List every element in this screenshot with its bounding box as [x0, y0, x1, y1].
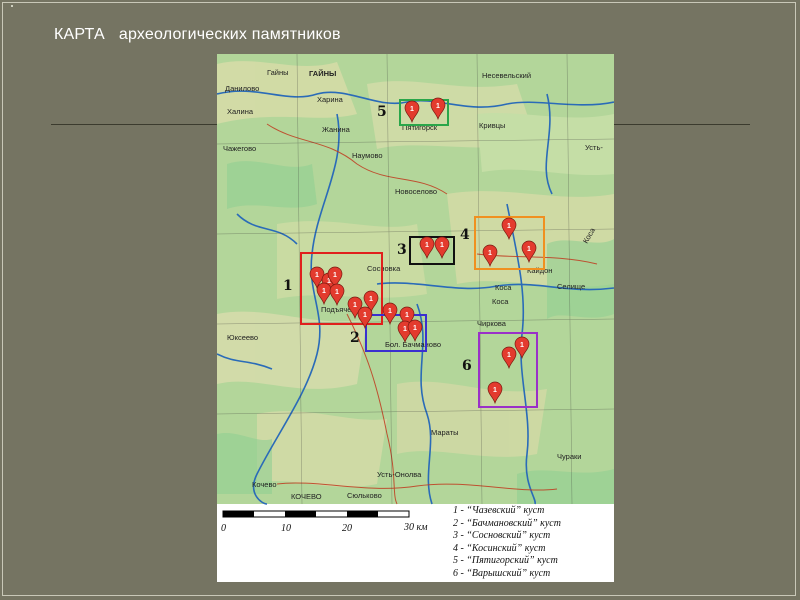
place-selishche: Селище [557, 282, 585, 291]
site-marker-number: 1 [315, 272, 319, 279]
place-chirkova: Чиркова [477, 319, 507, 328]
legend-item-5: 5 - “Пятигорский” куст [453, 555, 558, 567]
corner-dot [11, 5, 13, 7]
place-kosa2: Коса [492, 297, 509, 306]
scale-tick-10: 10 [281, 523, 291, 534]
legend-item-3: 3 - “Сосновский” куст [453, 530, 551, 542]
site-marker-number: 1 [488, 250, 492, 257]
site-marker-number: 1 [436, 103, 440, 110]
place-ust: Усть- [585, 143, 603, 152]
place-kaydon: Кайдон [527, 266, 552, 275]
legend-item-2: 2 - “Бачмановский” куст [453, 517, 561, 529]
site-marker-number: 1 [363, 312, 367, 319]
site-marker-number: 1 [388, 308, 392, 315]
scale-tick-0: 0 [221, 523, 226, 534]
place-kochevo-caps: КОЧЕВО [291, 492, 322, 501]
cluster-label-5: 5 [377, 104, 387, 120]
site-marker-number: 1 [527, 246, 531, 253]
legend-item-6: 6 - “Варышский” куст [453, 567, 551, 579]
archaeological-map: Гайны ГАЙНЫ Данилово Несевельский Харина… [217, 54, 614, 582]
site-marker-number: 1 [425, 242, 429, 249]
cluster-label-3: 3 [397, 242, 407, 258]
map-legend: 1 - “Чазевский” куст 2 - “Бачмановский” … [453, 505, 603, 581]
place-danilovo: Данилово [225, 84, 259, 93]
cluster-label-4: 4 [460, 227, 470, 243]
slide-title: КАРТА археологических памятников [54, 26, 341, 44]
cluster-label-6: 6 [462, 358, 472, 374]
title-word-map: КАРТА [54, 26, 105, 43]
place-gayny: Гайны [267, 68, 289, 77]
place-churaki: Чураки [557, 452, 581, 461]
site-marker-number: 1 [507, 352, 511, 359]
site-marker-number: 1 [440, 242, 444, 249]
place-kharina: Харина [317, 95, 344, 104]
legend-item-1: 1 - “Чазевский” куст [453, 505, 545, 516]
cluster-label-1: 1 [283, 278, 293, 294]
site-marker-number: 1 [335, 289, 339, 296]
divider-left [51, 124, 217, 125]
place-kochevo: Кочево [252, 480, 277, 489]
site-marker-number: 1 [369, 296, 373, 303]
place-yukseevo: Юксеево [227, 333, 258, 342]
site-marker-number: 1 [322, 288, 326, 295]
title-word-monuments: археологических памятников [118, 26, 341, 43]
place-chazhegovo: Чажегово [223, 144, 256, 153]
scale-tick-30: 30 км [403, 522, 428, 533]
place-khalina: Халина [227, 107, 254, 116]
place-novoselovo: Новоселово [395, 187, 437, 196]
place-gayny-caps: ГАЙНЫ [309, 69, 336, 78]
legend-item-4: 4 - “Косинский” куст [453, 542, 546, 554]
place-krivtsy: Кривцы [479, 121, 505, 130]
place-maraty: Мараты [431, 428, 459, 437]
site-marker-number: 1 [333, 272, 337, 279]
scale-tick-20: 20 [342, 523, 352, 534]
site-marker-number: 1 [493, 387, 497, 394]
place-sosnovka: Сосновка [367, 264, 401, 273]
site-marker-number: 1 [507, 223, 511, 230]
site-marker-number: 1 [520, 342, 524, 349]
place-zhanina: Жанина [322, 125, 351, 134]
site-marker-number: 1 [353, 302, 357, 309]
site-marker-number: 1 [410, 106, 414, 113]
place-syulkovo: Сюльково [347, 491, 382, 500]
place-ust-onolva: Усть-Онолва [377, 470, 422, 479]
cluster-label-2: 2 [350, 330, 360, 346]
place-bol-bachmanovo: Бол. Бачманово [385, 340, 441, 349]
site-marker-number: 1 [413, 325, 417, 332]
divider-right [614, 124, 750, 125]
place-kosa: Коса [495, 283, 512, 292]
place-nesel: Несевельский [482, 71, 531, 80]
map-canvas: Гайны ГАЙНЫ Данилово Несевельский Харина… [217, 54, 614, 534]
site-marker-number: 1 [405, 312, 409, 319]
site-marker-number: 1 [403, 326, 407, 333]
scale-bar: 0 10 20 30 км [221, 510, 428, 534]
place-naumovo: Наумово [352, 151, 383, 160]
